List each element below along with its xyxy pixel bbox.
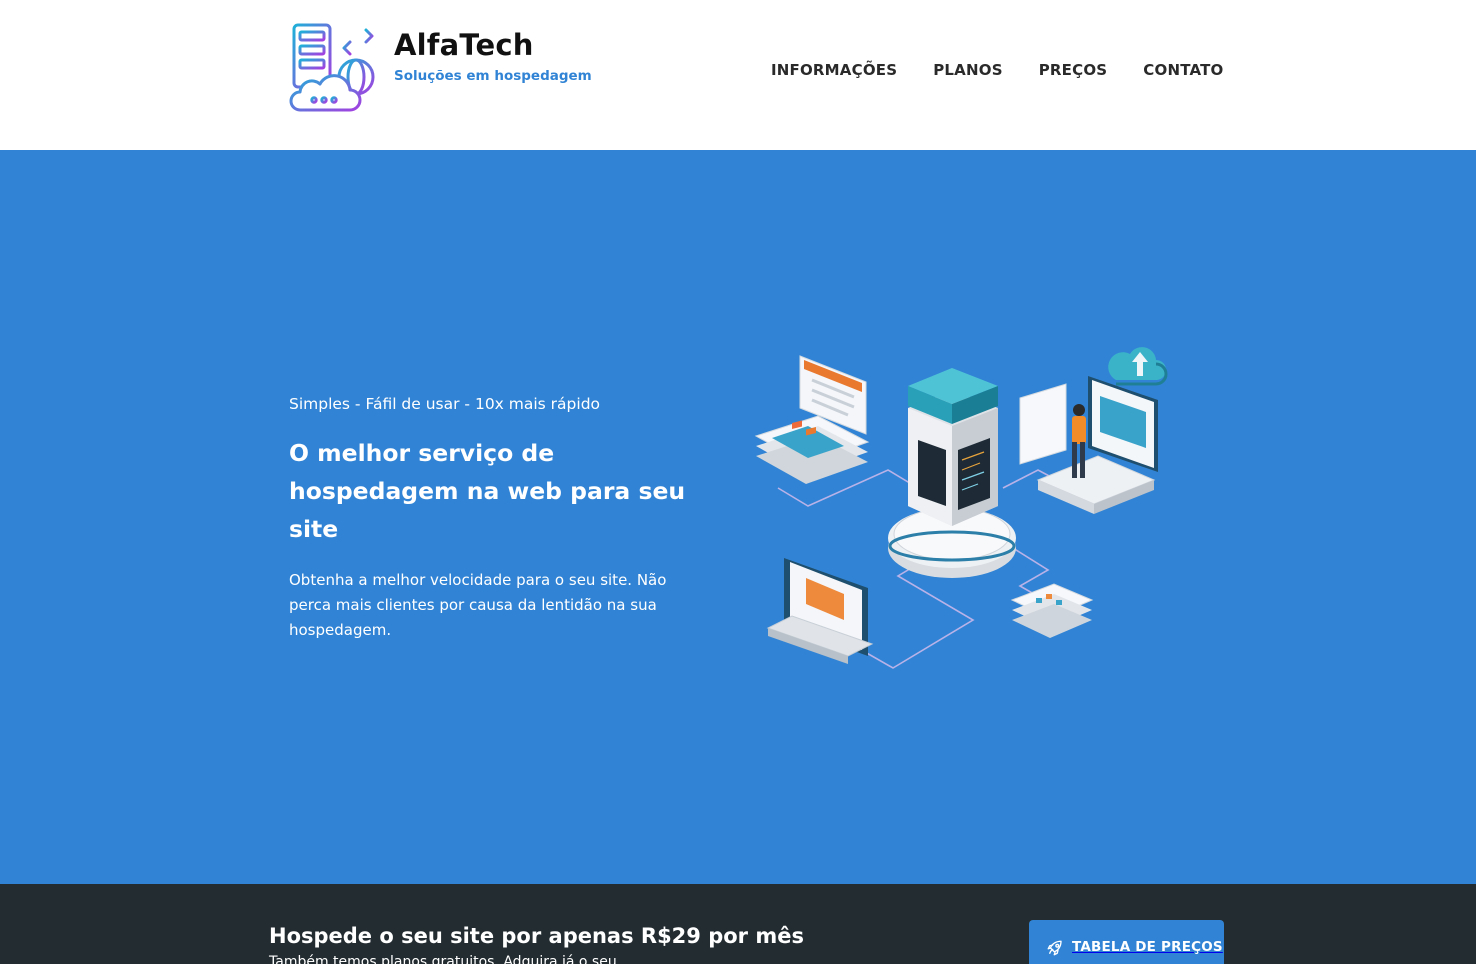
server-logo-icon [289,23,375,112]
brand-name: AlfaTech [394,28,534,62]
brand-tagline: Soluções em hospedagem [394,68,592,84]
main-nav: INFORMAÇÕES PLANOS PREÇOS CONTATO [771,61,1224,79]
site-header: AlfaTech Soluções em hospedagem INFORMAÇ… [0,0,1476,150]
hero-description: Obtenha a melhor velocidade para o seu s… [289,571,667,639]
cta-bar: Hospede o seu site por apenas R$29 por m… [0,884,1476,964]
server-cloud-illustration [754,347,1168,669]
hero-kicker: Simples - Fáfil de usar - 10x mais rápid… [289,395,601,413]
nav-item-planos[interactable]: PLANOS [933,61,1002,79]
price-table-button[interactable]: TABELA DE PREÇOS [1029,920,1224,964]
cta-title: Hospede o seu site por apenas R$29 por m… [269,924,804,948]
price-table-button-label: TABELA DE PREÇOS [1072,939,1223,955]
rocket-icon [1047,940,1062,956]
hero-section: Simples - Fáfil de usar - 10x mais rápid… [0,150,1476,884]
logo[interactable]: AlfaTech Soluções em hospedagem [286,22,606,114]
hero-title: O melhor serviço de hospedagem na web pa… [289,439,686,543]
nav-item-precos[interactable]: PREÇOS [1039,61,1108,79]
cta-subtitle: Também temos planos gratuitos. Adquira j… [269,954,617,964]
nav-item-contato[interactable]: CONTATO [1143,61,1223,79]
nav-item-informacoes[interactable]: INFORMAÇÕES [771,61,897,79]
